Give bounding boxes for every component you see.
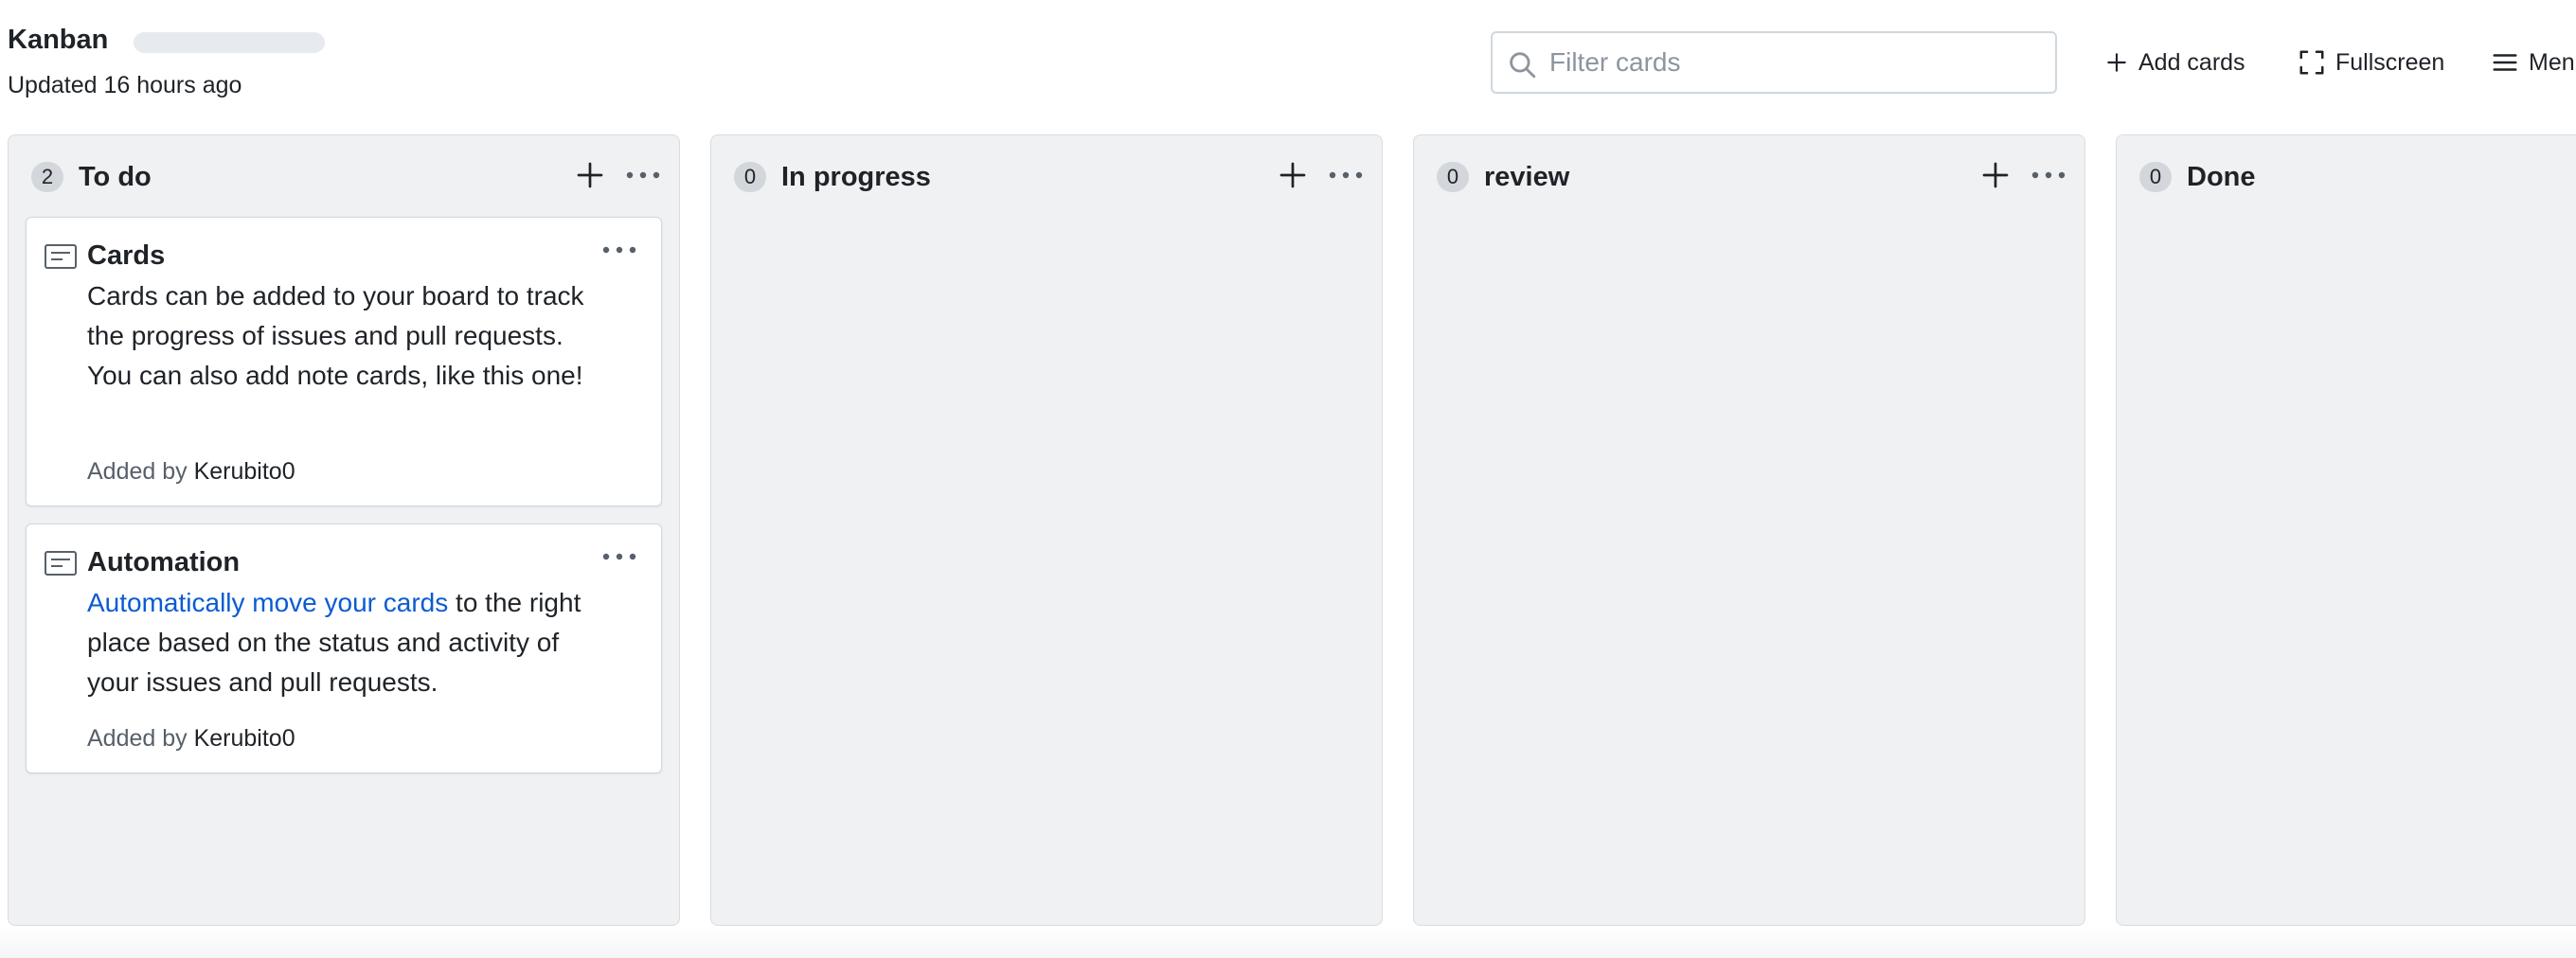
column-title: In progress (781, 162, 931, 192)
kebab-horizontal-icon[interactable] (2028, 158, 2069, 192)
column-header: 0 review (1414, 135, 2084, 221)
search-icon (1510, 52, 1536, 79)
card-added-by: Added by Kerubito0 (87, 725, 295, 753)
card-title: Cards (87, 240, 166, 271)
hamburger-icon (2493, 54, 2517, 71)
kebab-horizontal-icon[interactable] (622, 158, 664, 192)
filter-cards-box[interactable] (1491, 31, 2057, 94)
card-author[interactable]: Kerubito0 (194, 458, 295, 485)
card-count-badge: 0 (734, 162, 766, 192)
column-header: 0 Done (2117, 135, 2576, 221)
column-done: 0 Done (2116, 134, 2576, 926)
column-in-progress: 0 In progress (710, 134, 1383, 926)
column-title: Done (2187, 162, 2256, 192)
kebab-horizontal-icon[interactable] (599, 235, 640, 265)
card-count-badge: 2 (31, 162, 63, 192)
added-by-label: Added by (87, 458, 188, 485)
column-title: review (1484, 162, 1570, 192)
plus-icon (2107, 53, 2126, 72)
loading-placeholder (134, 32, 325, 53)
note-icon (45, 551, 77, 576)
updated-timestamp: Updated 16 hours ago (8, 72, 242, 98)
menu-label: Menu (2529, 48, 2576, 76)
card-count-badge: 0 (2139, 162, 2172, 192)
card-added-by: Added by Kerubito0 (87, 458, 295, 486)
column-review: 0 review (1413, 134, 2085, 926)
card-author[interactable]: Kerubito0 (194, 725, 295, 752)
column-header: 2 To do (9, 135, 679, 221)
added-by-label: Added by (87, 725, 188, 752)
card-body: Automatically move your cards to the rig… (87, 583, 599, 702)
kebab-horizontal-icon[interactable] (1325, 158, 1367, 192)
note-icon (45, 244, 77, 269)
fullscreen-button[interactable]: Fullscreen (2298, 44, 2444, 81)
board-header: Kanban Updated 16 hours ago Add cards Fu… (0, 0, 2576, 123)
column-title: To do (79, 162, 152, 192)
note-card[interactable]: Cards Cards can be added to your board t… (26, 217, 662, 506)
plus-icon[interactable] (1978, 158, 2012, 192)
fullscreen-icon (2299, 50, 2324, 75)
plus-icon[interactable] (573, 158, 607, 192)
kebab-horizontal-icon[interactable] (599, 541, 640, 572)
menu-button[interactable]: Menu (2491, 44, 2576, 81)
card-body: Cards can be added to your board to trac… (87, 281, 584, 390)
filter-cards-input[interactable] (1549, 33, 2042, 92)
board-title: Kanban (8, 25, 109, 55)
add-cards-button[interactable]: Add cards (2104, 44, 2245, 81)
scroll-area-shadow (0, 928, 2576, 958)
card-count-badge: 0 (1437, 162, 1469, 192)
card-title: Automation (87, 547, 241, 577)
automation-link[interactable]: Automatically move your cards (87, 588, 448, 617)
column-header: 0 In progress (711, 135, 1382, 221)
column-todo: 2 To do Cards Cards can be added to your… (8, 134, 680, 926)
fullscreen-label: Fullscreen (2335, 48, 2445, 76)
add-cards-label: Add cards (2138, 48, 2245, 76)
plus-icon[interactable] (1276, 158, 1310, 192)
note-card[interactable]: Automation Automatically move your cards… (26, 523, 662, 773)
